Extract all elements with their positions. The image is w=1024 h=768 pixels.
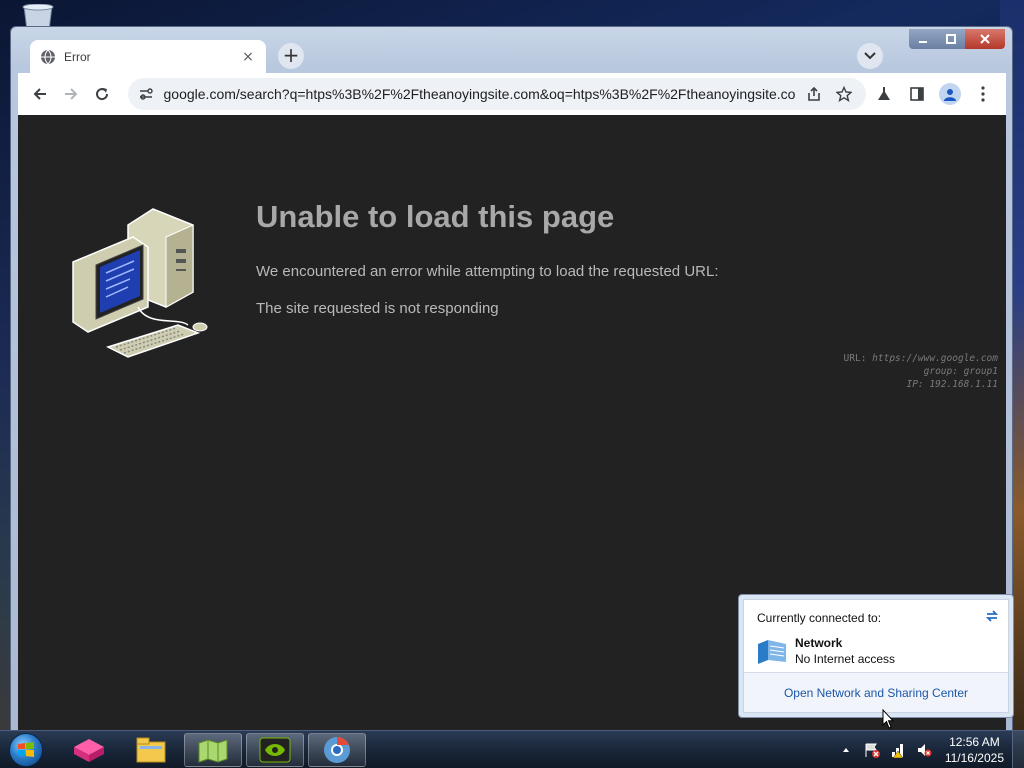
profile-button[interactable] (936, 79, 965, 109)
show-hidden-icons-icon[interactable] (835, 739, 857, 761)
error-details: URL: https://www.google.com group: group… (844, 352, 998, 391)
windows-logo-icon (9, 733, 43, 767)
computer-illustration (72, 208, 208, 358)
taskbar-chrome[interactable] (308, 733, 366, 767)
clock-time: 12:56 AM (949, 735, 1000, 749)
taskbar-app-map[interactable] (184, 733, 242, 767)
info-ip-row: IP: 192.168.1.11 (844, 378, 998, 391)
reload-button[interactable] (88, 80, 115, 108)
info-ip-label: IP: (906, 379, 930, 390)
minimize-icon (919, 41, 927, 43)
info-group-value: group1 (963, 366, 998, 377)
bookmark-star-icon[interactable] (832, 82, 856, 106)
error-reason: The site requested is not responding (256, 300, 499, 317)
nvidia-icon (259, 737, 291, 763)
mouse-cursor-icon (882, 709, 894, 729)
network-icon (758, 640, 786, 664)
show-desktop-button[interactable] (1012, 731, 1024, 768)
reload-icon (95, 88, 108, 101)
forward-button[interactable] (57, 80, 84, 108)
network-warning-icon[interactable] (887, 739, 909, 761)
clock-date: 11/16/2025 (944, 751, 1004, 765)
site-info-icon[interactable] (138, 86, 154, 102)
globe-icon (41, 49, 55, 64)
info-group-label: group: (923, 366, 964, 377)
tab-search-button[interactable] (857, 43, 883, 69)
labs-icon[interactable] (870, 79, 899, 109)
info-url-label: URL: (843, 353, 873, 364)
new-tab-button[interactable]: + (278, 43, 304, 69)
taskbar-nvidia[interactable] (246, 733, 304, 767)
address-bar[interactable]: google.com/search?q=htps%3B%2F%2Ftheanoy… (127, 78, 866, 110)
network-status: No Internet access (795, 652, 896, 666)
tab-close-icon[interactable]: × (240, 49, 256, 65)
back-button[interactable] (26, 80, 53, 108)
volume-muted-icon[interactable] (913, 739, 935, 761)
info-ip-value: 192.168.1.11 (929, 379, 998, 390)
network-name: Network (795, 636, 843, 650)
chrome-icon (324, 737, 350, 763)
taskbar: 12:56 AM 11/16/2025 (0, 730, 1024, 768)
side-panel-icon[interactable] (903, 79, 932, 109)
info-url-value: https://www.google.com (872, 353, 998, 364)
back-icon (33, 88, 46, 100)
profile-icon (939, 83, 962, 105)
map-icon (198, 739, 228, 763)
error-description: We encountered an error while attempting… (256, 263, 719, 280)
minimize-button[interactable] (909, 29, 937, 49)
flyout-heading: Currently connected to: (757, 611, 882, 625)
app-cube-icon (74, 739, 104, 762)
folder-icon (136, 737, 166, 763)
chevron-down-icon (864, 52, 876, 60)
action-center-flag-icon[interactable] (861, 739, 883, 761)
system-clock[interactable]: 12:56 AM 11/16/2025 (945, 734, 1004, 766)
tab-title: Error (64, 49, 91, 64)
network-sharing-center-link[interactable]: Open Network and Sharing Center (784, 686, 968, 700)
share-icon[interactable] (802, 82, 826, 106)
browser-toolbar: google.com/search?q=htps%3B%2F%2Ftheanoy… (18, 73, 1006, 115)
tab-strip: Error × + (18, 29, 1005, 73)
refresh-icon[interactable] (984, 608, 1000, 624)
tab-error[interactable]: Error × (30, 40, 266, 73)
forward-icon (64, 88, 78, 100)
maximize-button[interactable] (937, 29, 965, 49)
close-window-button[interactable] (965, 29, 1005, 49)
error-title: Unable to load this page (256, 199, 615, 234)
close-icon (980, 34, 990, 44)
system-tray: 12:56 AM 11/16/2025 (831, 731, 1024, 768)
info-group-row: group: group1 (844, 365, 998, 378)
info-url-row: URL: https://www.google.com (844, 352, 998, 365)
network-flyout-panel: Currently connected to: Network No Inter… (743, 599, 1009, 713)
network-flyout: Currently connected to: Network No Inter… (738, 594, 1014, 718)
start-button[interactable] (4, 732, 48, 768)
url-text[interactable]: google.com/search?q=htps%3B%2F%2Ftheanoy… (164, 86, 796, 102)
window-controls (909, 29, 1005, 49)
menu-icon[interactable] (969, 79, 998, 109)
maximize-icon (946, 34, 956, 44)
taskbar-file-explorer[interactable] (122, 733, 180, 767)
flyout-footer: Open Network and Sharing Center (744, 672, 1008, 712)
taskbar-app-pink[interactable] (60, 733, 118, 767)
